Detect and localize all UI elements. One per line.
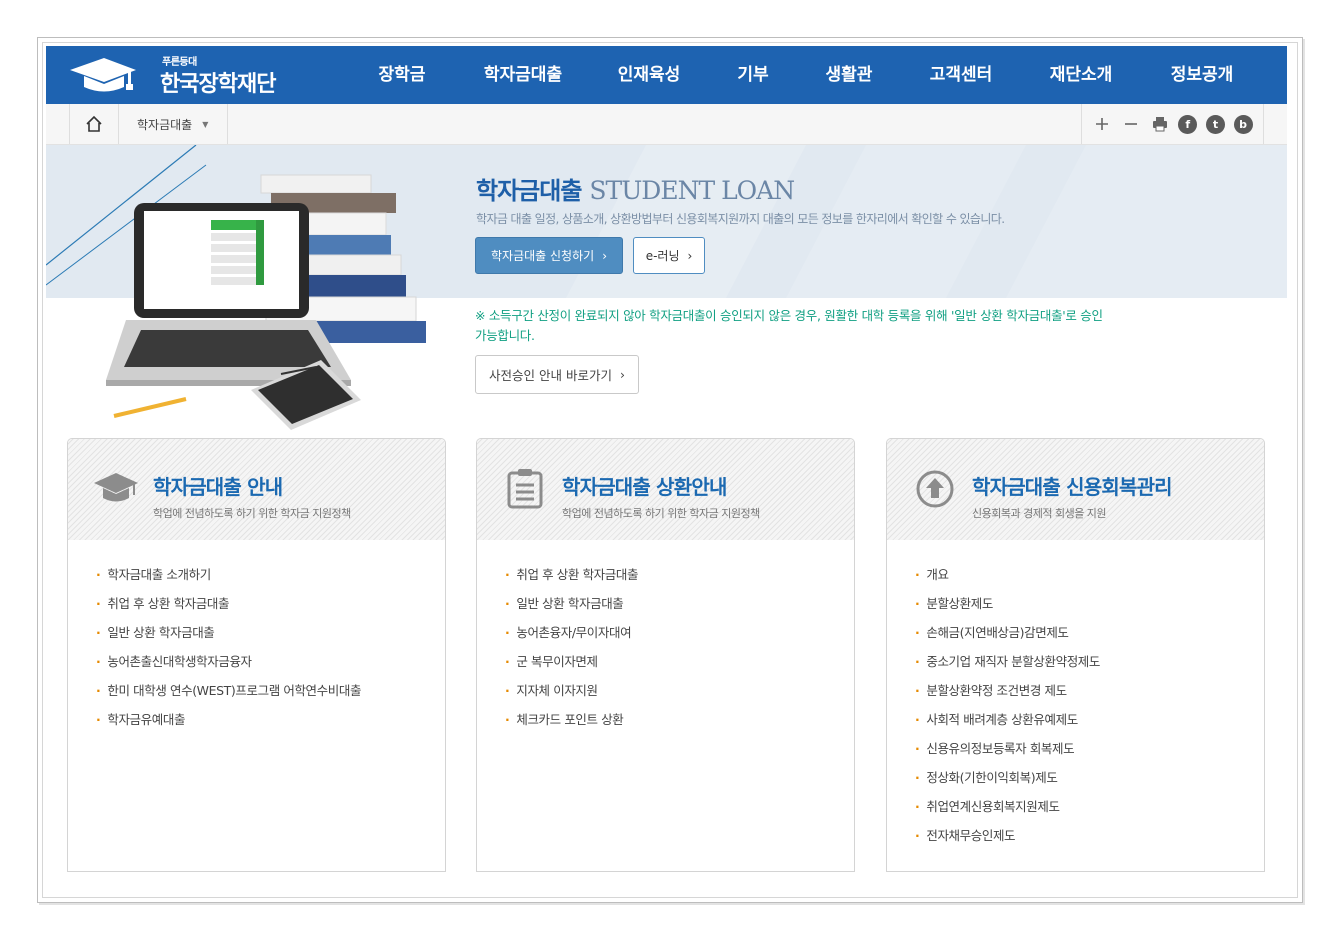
list-item[interactable]: 체크카드 포인트 상환 — [505, 710, 638, 739]
nav-dormitory[interactable]: 생활관 — [796, 46, 902, 104]
graduation-cap-logo-icon — [70, 58, 136, 92]
nav-disclosure[interactable]: 정보공개 — [1142, 46, 1262, 104]
breadcrumb-dropdown[interactable]: 학자금대출 ▼ — [118, 104, 228, 144]
list-item[interactable]: 취업 후 상환 학자금대출 — [96, 594, 361, 623]
utility-bar: 학자금대출 ▼ f t b — [46, 104, 1287, 145]
arrow-up-circle-icon — [916, 470, 954, 508]
card-credit-recovery: 학자금대출 신용회복관리 신용회복과 경제적 회생을 지원 개요 분할상환제도 … — [886, 438, 1265, 872]
chevron-right-icon: › — [619, 367, 625, 382]
notice-line-2: 가능합니다. — [475, 328, 535, 343]
laptop-books-illustration — [106, 174, 426, 430]
list-item[interactable]: 농어촌융자/무이자대여 — [505, 623, 638, 652]
zoom-in-icon[interactable] — [1092, 114, 1112, 134]
list-item[interactable]: 분할상환약정 조건변경 제도 — [915, 681, 1100, 710]
twitter-icon[interactable]: t — [1205, 114, 1225, 134]
list-item[interactable]: 신용유의정보등록자 회복제도 — [915, 739, 1100, 768]
card-link-list: 학자금대출 소개하기 취업 후 상환 학자금대출 일반 상환 학자금대출 농어촌… — [96, 565, 361, 739]
list-item[interactable]: 지자체 이자지원 — [505, 681, 638, 710]
facebook-icon[interactable]: f — [1178, 114, 1198, 134]
card-title: 학자금대출 안내 — [153, 475, 283, 499]
apply-loan-label: 학자금대출 신청하기 — [491, 249, 595, 263]
home-button[interactable] — [69, 104, 119, 144]
list-item[interactable]: 일반 상환 학자금대출 — [96, 623, 361, 652]
graduation-cap-icon — [94, 473, 138, 502]
card-subtitle: 신용회복과 경제적 회생을 지원 — [972, 507, 1107, 520]
main-nav: 장학금 학자금대출 인재육성 기부 생활관 고객센터 재단소개 정보공개 — [346, 46, 1262, 104]
card-subtitle: 학업에 전념하도록 하기 위한 학자금 지원정책 — [153, 507, 351, 520]
list-item[interactable]: 중소기업 재직자 분할상환약정제도 — [915, 652, 1100, 681]
logo-text: 한국장학재단 — [160, 72, 276, 97]
notice-line-1: ※ 소득구간 산정이 완료되지 않아 학자금대출이 승인되지 않은 경우, 원활… — [475, 308, 1103, 323]
nav-talent[interactable]: 인재육성 — [588, 46, 710, 104]
blog-icon[interactable]: b — [1233, 114, 1253, 134]
nav-customer-center[interactable]: 고객센터 — [902, 46, 1020, 104]
list-item[interactable]: 한미 대학생 연수(WEST)프로그램 어학연수비대출 — [96, 681, 361, 710]
home-icon — [86, 115, 102, 132]
list-item[interactable]: 취업 후 상환 학자금대출 — [505, 565, 638, 594]
card-header: 학자금대출 신용회복관리 신용회복과 경제적 회생을 지원 — [887, 439, 1264, 540]
list-item[interactable]: 군 복무이자면제 — [505, 652, 638, 681]
card-title: 학자금대출 신용회복관리 — [972, 475, 1173, 499]
nav-student-loan[interactable]: 학자금대출 — [458, 46, 588, 104]
visual-description: 학자금 대출 일정, 상품소개, 상환방법부터 신용회복지원까지 대출의 모든 … — [476, 212, 1005, 226]
card-header: 학자금대출 안내 학업에 전념하도록 하기 위한 학자금 지원정책 — [68, 439, 445, 540]
pre-approval-button[interactable]: 사전승인 안내 바로가기 › — [475, 355, 639, 394]
zoom-out-icon[interactable] — [1121, 114, 1141, 134]
nav-about[interactable]: 재단소개 — [1020, 46, 1142, 104]
pre-approval-label: 사전승인 안내 바로가기 — [489, 368, 612, 383]
utility-tools: f t b — [1081, 104, 1264, 144]
card-title: 학자금대출 상환안내 — [562, 475, 727, 499]
clipboard-icon — [507, 469, 543, 509]
visual-title-en: STUDENT LOAN — [589, 176, 795, 205]
list-item[interactable]: 농어촌출신대학생학자금융자 — [96, 652, 361, 681]
elearning-label: e-러닝 — [645, 249, 680, 263]
visual-title-ko: 학자금대출 — [476, 177, 582, 205]
apply-loan-button[interactable]: 학자금대출 신청하기 › — [475, 237, 623, 274]
card-link-list: 취업 후 상환 학자금대출 일반 상환 학자금대출 농어촌융자/무이자대여 군 … — [505, 565, 638, 739]
page: 푸른등대 한국장학재단 장학금 학자금대출 인재육성 기부 생활관 고객센터 재… — [46, 46, 1287, 892]
chevron-right-icon: › — [687, 248, 693, 263]
print-icon[interactable] — [1150, 114, 1170, 134]
list-item[interactable]: 학자금대출 소개하기 — [96, 565, 361, 594]
chevron-right-icon: › — [602, 248, 607, 263]
list-item[interactable]: 취업연계신용회복지원제도 — [915, 797, 1100, 826]
card-link-list: 개요 분할상환제도 손해금(지연배상금)감면제도 중소기업 재직자 분할상환약정… — [915, 565, 1100, 855]
nav-scholarship[interactable]: 장학금 — [346, 46, 458, 104]
loan-notice: ※ 소득구간 산정이 완료되지 않아 학자금대출이 승인되지 않은 경우, 원활… — [475, 306, 1215, 346]
card-loan-guide: 학자금대출 안내 학업에 전념하도록 하기 위한 학자금 지원정책 학자금대출 … — [67, 438, 446, 872]
elearning-button[interactable]: e-러닝 › — [633, 237, 705, 274]
card-repayment-guide: 학자금대출 상환안내 학업에 전념하도록 하기 위한 학자금 지원정책 취업 후… — [476, 438, 855, 872]
list-item[interactable]: 전자채무승인제도 — [915, 826, 1100, 855]
visual-title: 학자금대출 STUDENT LOAN — [476, 171, 795, 206]
list-item[interactable]: 개요 — [915, 565, 1100, 594]
nav-donation[interactable]: 기부 — [710, 46, 796, 104]
header: 푸른등대 한국장학재단 장학금 학자금대출 인재육성 기부 생활관 고객센터 재… — [46, 46, 1287, 104]
list-item[interactable]: 정상화(기한이익회복)제도 — [915, 768, 1100, 797]
caret-down-icon: ▼ — [202, 119, 209, 129]
card-subtitle: 학업에 전념하도록 하기 위한 학자금 지원정책 — [562, 507, 760, 520]
breadcrumb-label: 학자금대출 — [137, 117, 193, 132]
card-header: 학자금대출 상환안내 학업에 전념하도록 하기 위한 학자금 지원정책 — [477, 439, 854, 540]
list-item[interactable]: 사회적 배려계층 상환유예제도 — [915, 710, 1100, 739]
list-item[interactable]: 일반 상환 학자금대출 — [505, 594, 638, 623]
logo[interactable]: 푸른등대 한국장학재단 — [68, 52, 276, 98]
list-item[interactable]: 손해금(지연배상금)감면제도 — [915, 623, 1100, 652]
list-item[interactable]: 학자금유예대출 — [96, 710, 361, 739]
list-item[interactable]: 분할상환제도 — [915, 594, 1100, 623]
